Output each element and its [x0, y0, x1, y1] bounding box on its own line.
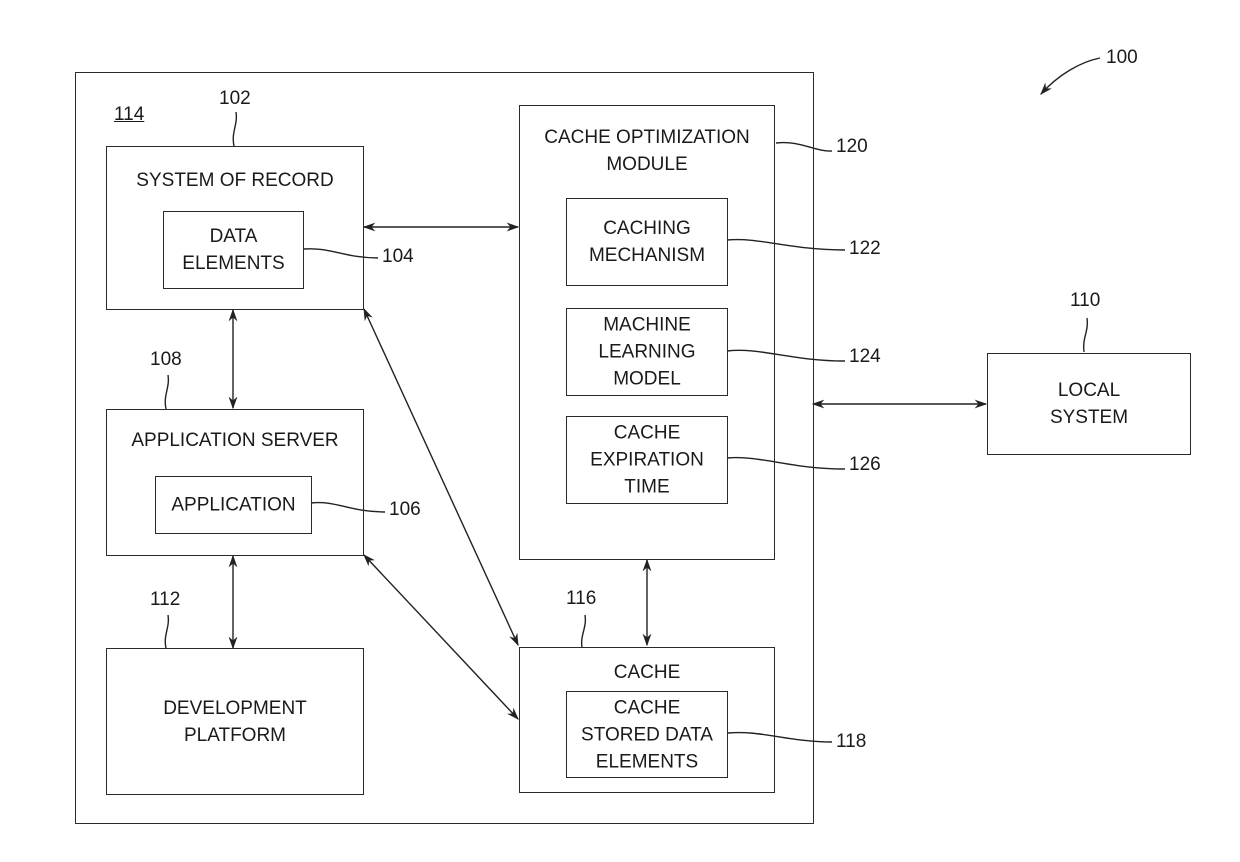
- cache-expiration-time-label: CACHE EXPIRATION TIME: [590, 422, 704, 498]
- ref-126: 126: [849, 454, 881, 475]
- leader-110: [1082, 317, 1089, 353]
- ref-104: 104: [382, 246, 414, 267]
- application-label: APPLICATION: [171, 494, 296, 516]
- data-elements-box[interactable]: DATA ELEMENTS: [163, 211, 304, 289]
- ref-108: 108: [150, 349, 182, 370]
- caching-mechanism-box[interactable]: CACHING MECHANISM: [566, 198, 728, 286]
- ref-102: 102: [219, 88, 251, 109]
- development-platform-box[interactable]: DEVELOPMENT PLATFORM: [106, 648, 364, 795]
- ref-118: 118: [836, 731, 867, 752]
- cache-optimization-module-title: CACHE OPTIMIZATION MODULE: [544, 127, 750, 175]
- local-system-box[interactable]: LOCAL SYSTEM: [987, 353, 1191, 455]
- machine-learning-model-box[interactable]: MACHINE LEARNING MODEL: [566, 308, 728, 396]
- ref-106: 106: [389, 499, 421, 520]
- application-box[interactable]: APPLICATION: [155, 476, 312, 534]
- cache-expiration-time-box[interactable]: CACHE EXPIRATION TIME: [566, 416, 728, 504]
- data-elements-label: DATA ELEMENTS: [182, 226, 285, 274]
- ref-124: 124: [849, 346, 881, 367]
- ref-120: 120: [836, 136, 868, 157]
- arrow-100: [1040, 57, 1101, 95]
- ref-112: 112: [150, 589, 181, 610]
- ref-110: 110: [1070, 290, 1101, 311]
- application-server-title: APPLICATION SERVER: [131, 430, 339, 451]
- cache-title: CACHE: [613, 662, 681, 683]
- local-system-label: LOCAL SYSTEM: [1049, 380, 1129, 428]
- ref-100: 100: [1106, 47, 1138, 68]
- ref-116: 116: [566, 588, 597, 609]
- development-platform-label: DEVELOPMENT PLATFORM: [163, 697, 307, 746]
- machine-learning-model-label: MACHINE LEARNING MODEL: [598, 314, 696, 390]
- ref-122: 122: [849, 238, 881, 259]
- caching-mechanism-label: CACHING MECHANISM: [588, 218, 706, 266]
- ref-114: 114: [114, 104, 145, 125]
- cache-stored-data-elements-label: CACHE STORED DATA ELEMENTS: [581, 697, 713, 772]
- cache-stored-data-elements-box[interactable]: CACHE STORED DATA ELEMENTS: [566, 691, 728, 778]
- system-of-record-title: SYSTEM OF RECORD: [136, 170, 334, 191]
